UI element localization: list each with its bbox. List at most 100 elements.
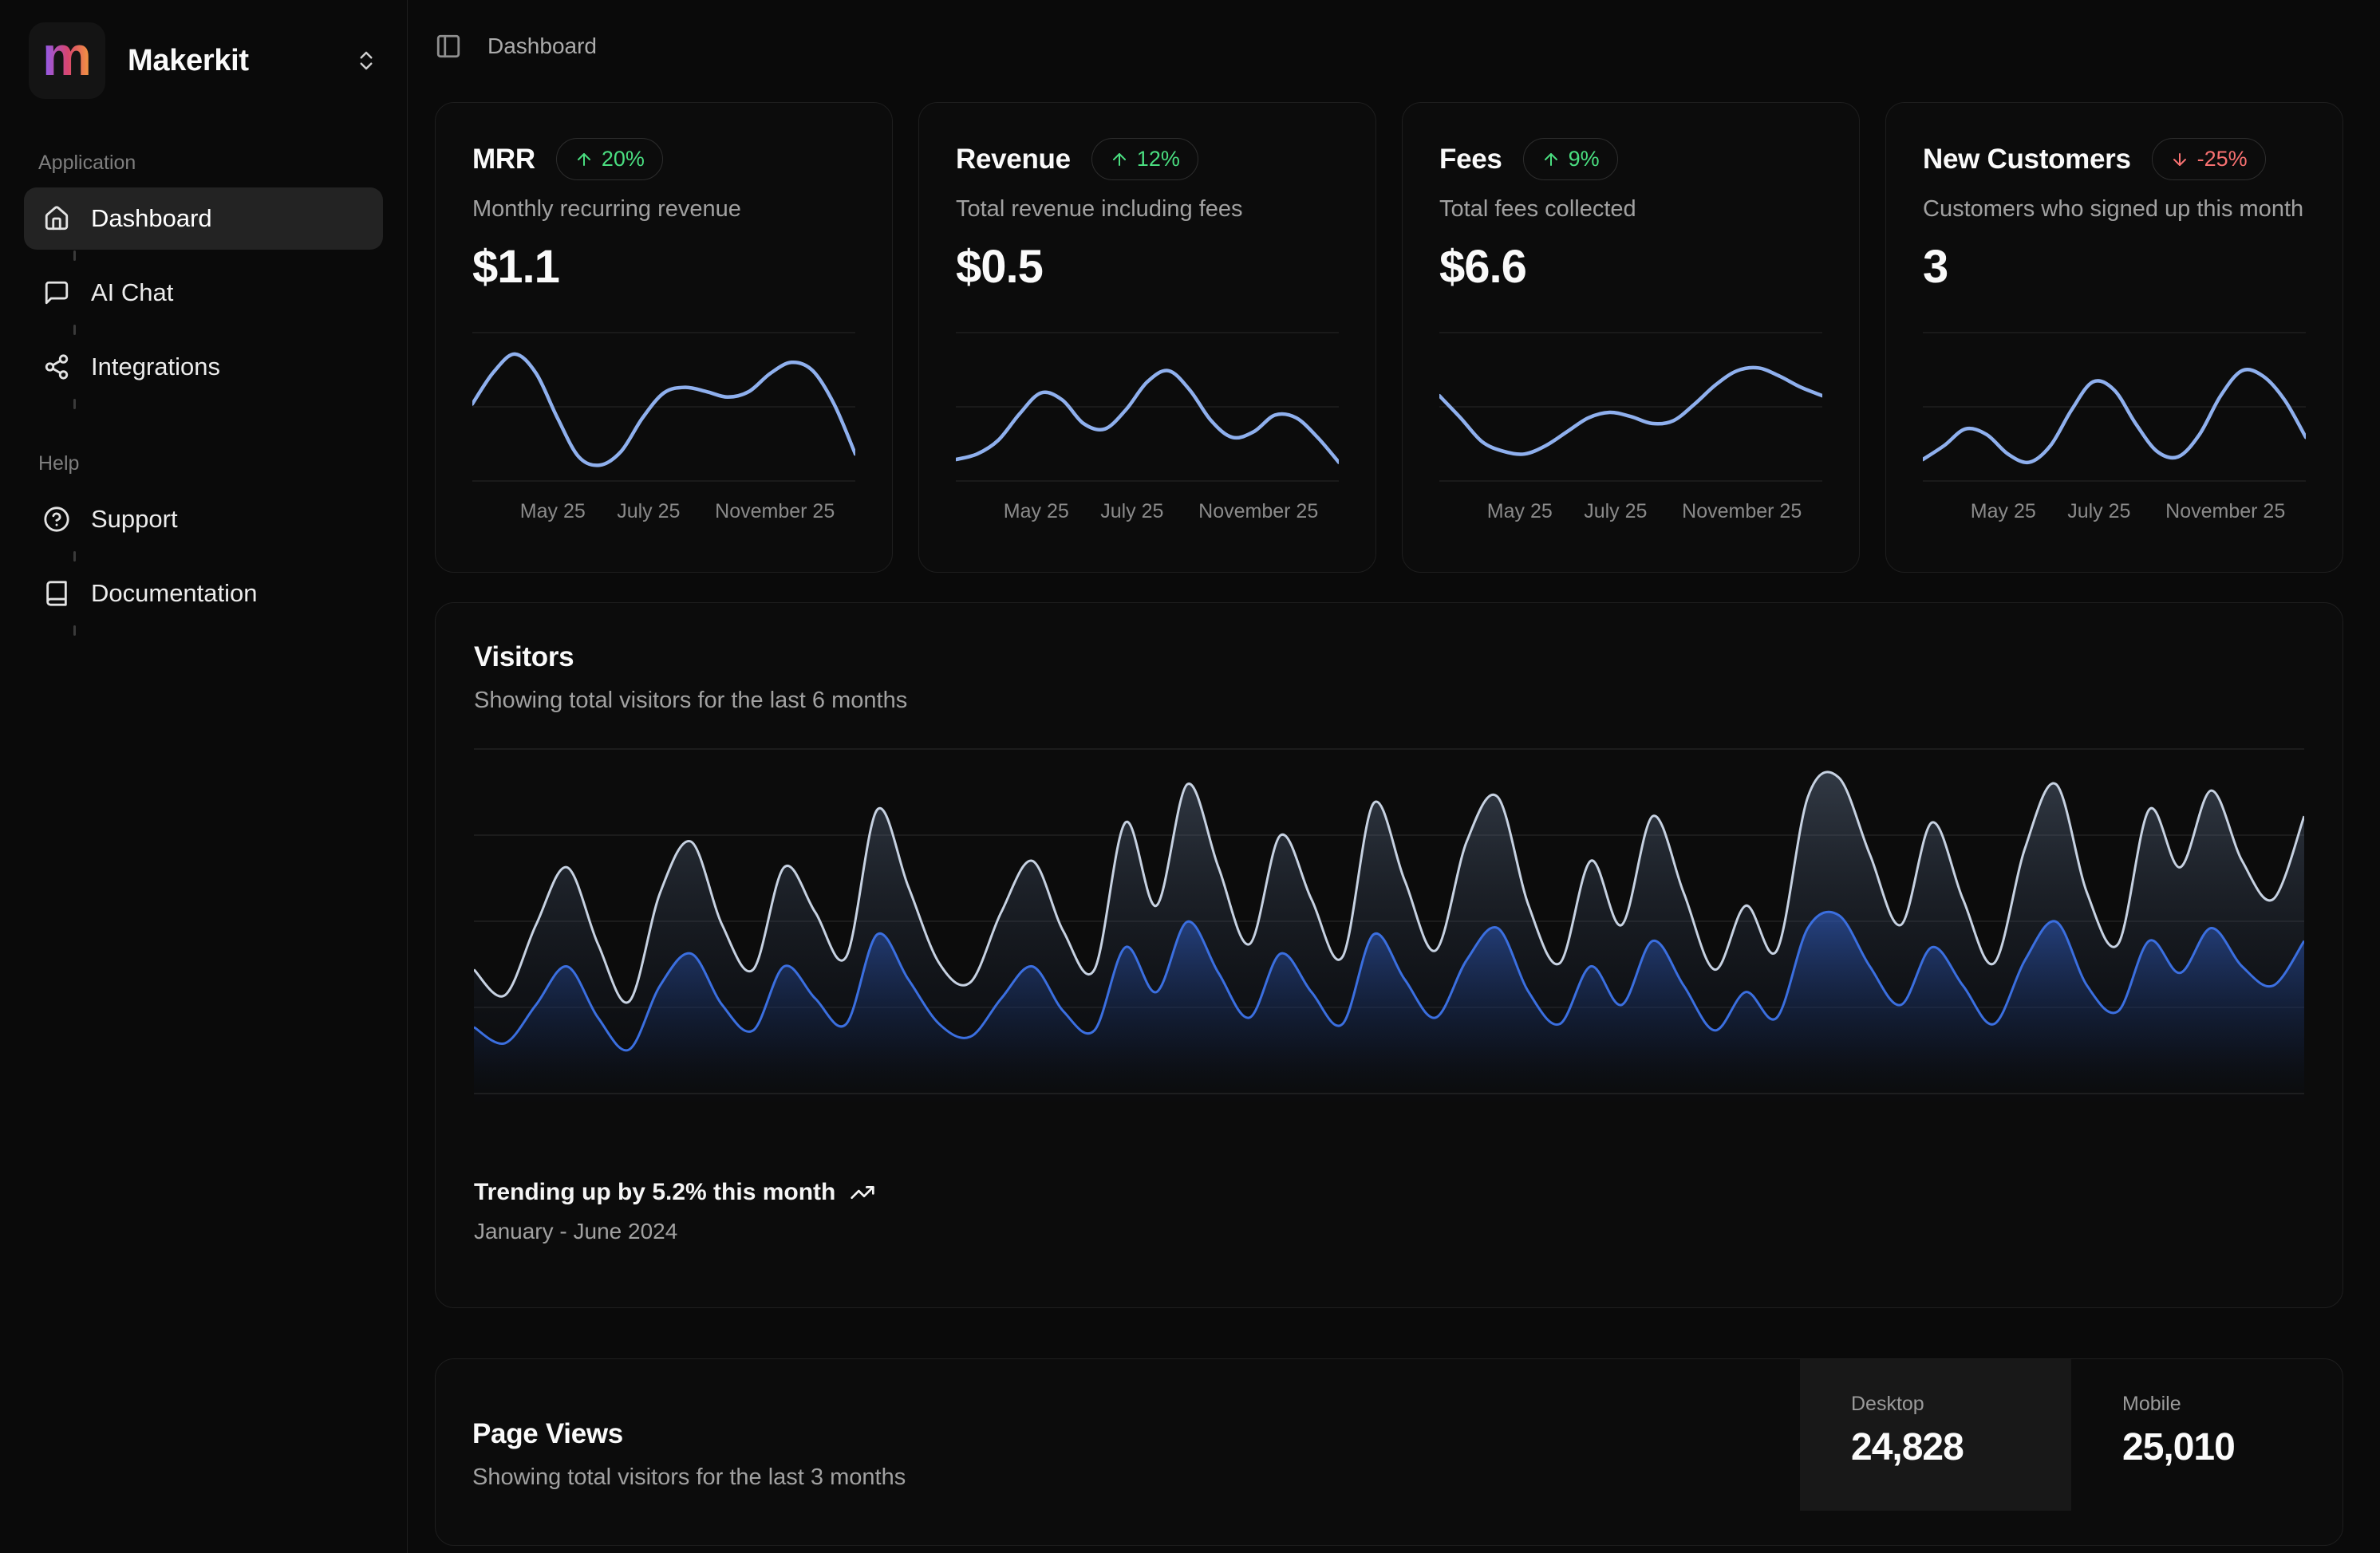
- sparkline-block: May 25 July 25 November 25: [472, 331, 855, 542]
- x-tick-label: May 25: [1487, 500, 1553, 523]
- stat-card-new-customers: New Customers -25% Customers who signed …: [1885, 102, 2343, 573]
- sparkline-x-axis: May 25 July 25 November 25: [472, 500, 855, 542]
- sparkline-chart: [956, 331, 1339, 483]
- stat-card-revenue: Revenue 12% Total revenue including fees…: [918, 102, 1376, 573]
- panel-left-icon[interactable]: [435, 33, 462, 60]
- visitors-title: Visitors: [474, 641, 2304, 673]
- workspace-selector[interactable]: m Makerkit: [24, 21, 383, 101]
- trend-badge-value: 12%: [1137, 147, 1180, 171]
- arrow-down-icon: [2170, 150, 2189, 169]
- sidebar-section-application: Application: [38, 152, 383, 175]
- x-tick-label: May 25: [520, 500, 586, 523]
- book-icon: [43, 580, 70, 607]
- sparkline-block: May 25 July 25 November 25: [1439, 331, 1822, 542]
- page-views-title: Page Views: [472, 1418, 906, 1450]
- x-tick-label: November 25: [715, 500, 835, 523]
- sidebar-item-documentation[interactable]: Documentation: [24, 562, 383, 625]
- stat-value: $0.5: [956, 240, 1339, 294]
- topbar: Dashboard: [435, 24, 2343, 69]
- trend-badge: -25%: [2152, 138, 2266, 180]
- visitors-footer: Trending up by 5.2% this month January -…: [474, 1179, 2304, 1244]
- sparkline-block: May 25 July 25 November 25: [1923, 331, 2306, 542]
- stat-description: Customers who signed up this month: [1923, 196, 2306, 223]
- app-root: m Makerkit Application Dashboard AI Chat…: [0, 0, 2380, 1553]
- stat-card-mrr: MRR 20% Monthly recurring revenue $1.1: [435, 102, 893, 573]
- page-views-subtitle: Showing total visitors for the last 3 mo…: [472, 1464, 906, 1491]
- sparkline-chart: [472, 331, 855, 483]
- stat-value: $6.6: [1439, 240, 1822, 294]
- x-tick-label: November 25: [1682, 500, 1802, 523]
- sparkline-block: May 25 July 25 November 25: [956, 331, 1339, 542]
- arrow-up-icon: [1110, 150, 1129, 169]
- x-tick-label: July 25: [617, 500, 680, 523]
- tree-rail-tick: [73, 250, 76, 261]
- breadcrumb: Dashboard: [487, 34, 597, 59]
- x-tick-label: May 25: [1971, 500, 2036, 523]
- stat-card-fees: Fees 9% Total fees collected $6.6: [1402, 102, 1860, 573]
- visitors-area-chart: [474, 747, 2304, 1102]
- toggle-value: 24,828: [1851, 1425, 2071, 1469]
- chat-icon: [43, 279, 70, 306]
- sidebar-item-label: Integrations: [91, 353, 220, 381]
- tree-rail-tick: [73, 551, 76, 562]
- toggle-label: Desktop: [1851, 1393, 2071, 1416]
- page-views-card: Page Views Showing total visitors for th…: [435, 1358, 2343, 1546]
- stat-description: Total revenue including fees: [956, 196, 1339, 223]
- sidebar-item-label: Support: [91, 505, 178, 534]
- tree-rail-tick: [73, 625, 76, 636]
- arrow-up-icon: [1541, 150, 1561, 169]
- stat-title: New Customers: [1923, 144, 2131, 175]
- trend-text: Trending up by 5.2% this month: [474, 1179, 835, 1206]
- x-tick-label: July 25: [1100, 500, 1163, 523]
- stat-cards-row: MRR 20% Monthly recurring revenue $1.1: [435, 102, 2343, 573]
- stat-title: Fees: [1439, 144, 1502, 175]
- x-tick-label: July 25: [2067, 500, 2130, 523]
- x-tick-label: November 25: [1198, 500, 1318, 523]
- trend-badge-value: -25%: [2197, 147, 2248, 171]
- toggle-desktop[interactable]: Desktop 24,828: [1800, 1359, 2071, 1511]
- trend-badge-value: 9%: [1569, 147, 1600, 171]
- stat-title: MRR: [472, 144, 535, 175]
- stat-value: 3: [1923, 240, 2306, 294]
- sparkline-chart: [1439, 331, 1822, 483]
- sparkline-x-axis: May 25 July 25 November 25: [1439, 500, 1822, 542]
- share-icon: [43, 353, 70, 380]
- trend-badge: 9%: [1523, 138, 1618, 180]
- stat-description: Monthly recurring revenue: [472, 196, 855, 223]
- visitors-subtitle: Showing total visitors for the last 6 mo…: [474, 688, 2304, 714]
- stat-description: Total fees collected: [1439, 196, 1822, 223]
- toggle-value: 25,010: [2122, 1425, 2343, 1469]
- logo-letter: m: [42, 28, 92, 84]
- sidebar-item-ai-chat[interactable]: AI Chat: [24, 262, 383, 324]
- sidebar-item-label: Documentation: [91, 579, 258, 608]
- arrow-up-icon: [574, 150, 594, 169]
- sparkline-chart: [1923, 331, 2306, 483]
- x-tick-label: July 25: [1584, 500, 1647, 523]
- workspace-name: Makerkit: [128, 44, 332, 78]
- visitors-card: Visitors Showing total visitors for the …: [435, 602, 2343, 1308]
- sidebar-item-label: Dashboard: [91, 204, 212, 233]
- help-circle-icon: [43, 506, 70, 533]
- stat-title: Revenue: [956, 144, 1071, 175]
- trending-up-icon: [850, 1180, 875, 1205]
- x-tick-label: November 25: [2165, 500, 2285, 523]
- sidebar-item-support[interactable]: Support: [24, 488, 383, 550]
- toggle-label: Mobile: [2122, 1393, 2343, 1416]
- sidebar-item-integrations[interactable]: Integrations: [24, 336, 383, 398]
- sidebar: m Makerkit Application Dashboard AI Chat…: [0, 0, 408, 1553]
- toggle-mobile[interactable]: Mobile 25,010: [2071, 1359, 2343, 1511]
- main-content: Dashboard MRR 20% Monthly recurring reve…: [408, 0, 2380, 1553]
- trend-badge-value: 20%: [602, 147, 645, 171]
- home-icon: [43, 205, 70, 232]
- sparkline-x-axis: May 25 July 25 November 25: [956, 500, 1339, 542]
- tree-rail-tick: [73, 325, 76, 335]
- tree-rail-tick: [73, 399, 76, 409]
- page-views-toggles: Desktop 24,828 Mobile 25,010: [1800, 1359, 2343, 1545]
- trend-badge: 12%: [1091, 138, 1198, 180]
- sidebar-item-dashboard[interactable]: Dashboard: [24, 187, 383, 250]
- sidebar-section-help: Help: [38, 452, 383, 475]
- makerkit-logo: m: [29, 22, 105, 99]
- sidebar-item-label: AI Chat: [91, 278, 173, 307]
- date-range: January - June 2024: [474, 1219, 2304, 1244]
- stat-value: $1.1: [472, 240, 855, 294]
